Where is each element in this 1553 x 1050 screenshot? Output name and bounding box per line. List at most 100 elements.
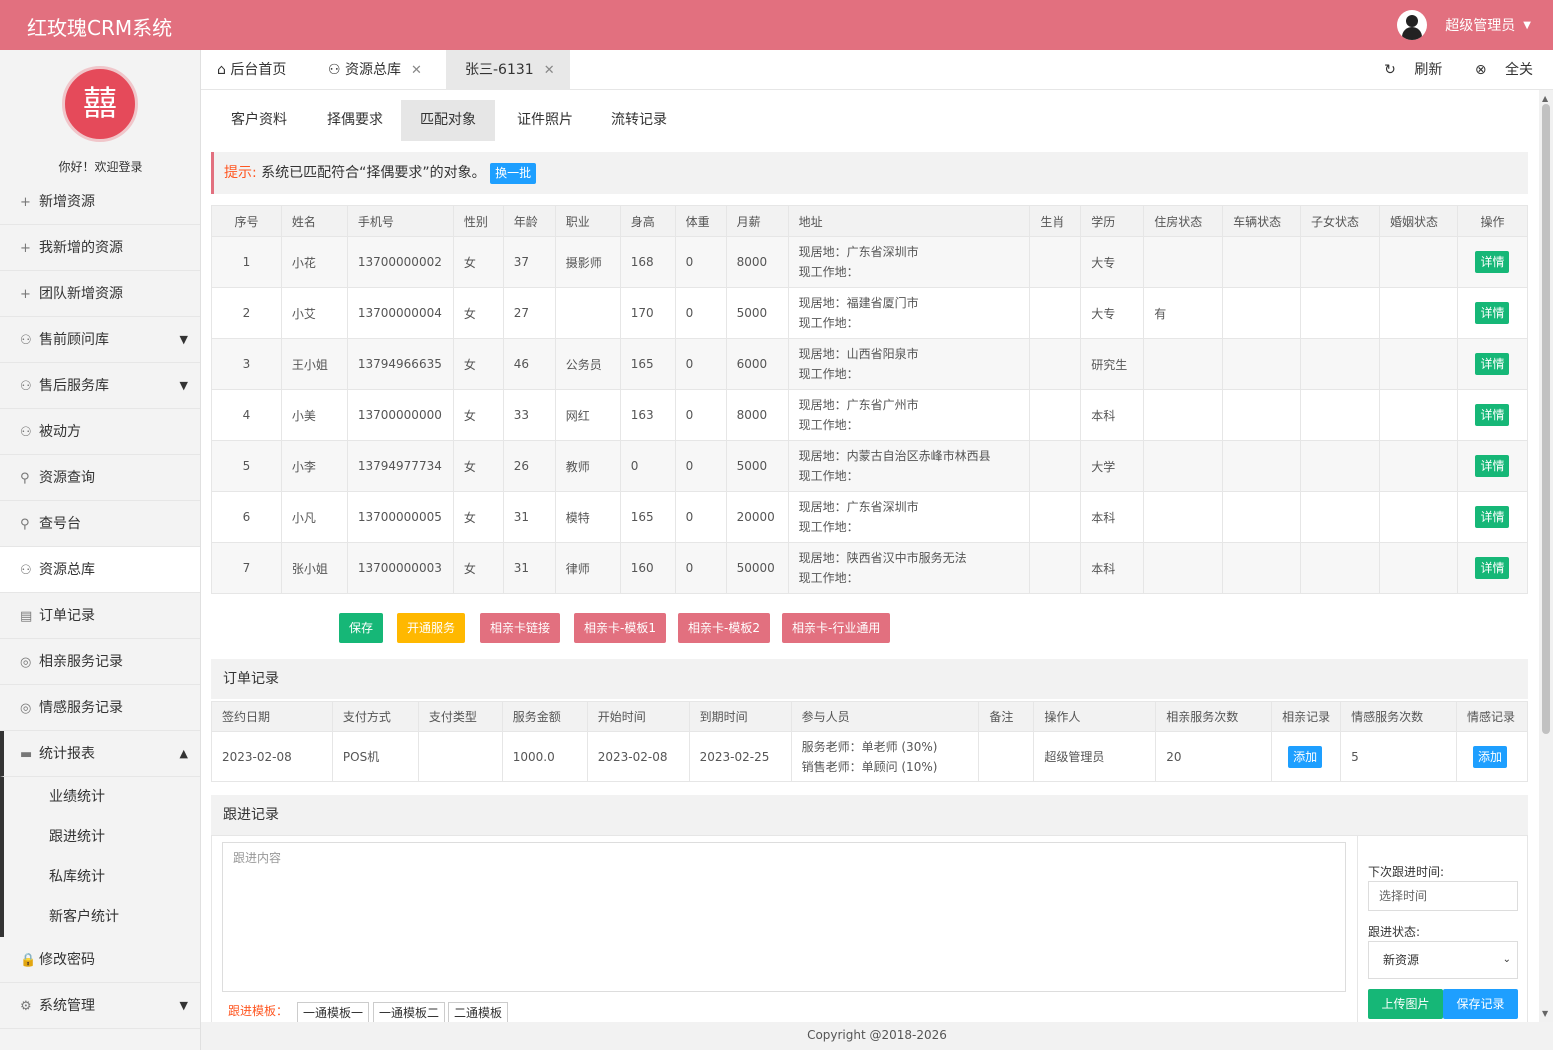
address-work: 现工作地：: [798, 265, 859, 279]
plus-icon: +: [20, 195, 31, 210]
template-button-3[interactable]: 二通模板: [448, 1002, 509, 1022]
sidebar-item-label: 我新增的资源: [39, 240, 123, 256]
sidebar-item-passive[interactable]: ⚇ 被动方: [0, 409, 200, 455]
emotion-record-cell: 添加: [1455, 731, 1529, 782]
sidebar-item-system[interactable]: ⚙ 系统管理 ▼: [0, 983, 200, 1029]
tab-customer-info[interactable]: 客户资料: [213, 100, 305, 141]
scroll-down-icon[interactable]: ▼: [1542, 1009, 1548, 1018]
sidebar-subitem-followup[interactable]: 跟进统计: [4, 817, 200, 857]
template-button-2[interactable]: 一通模板二: [373, 1002, 446, 1022]
address-current: 现居地：山西省阳泉市: [798, 347, 919, 361]
address-cell: 现居地：广东省深圳市 现工作地：: [787, 491, 1031, 543]
table-cell: 网红: [554, 389, 621, 441]
sidebar-item-resource-library[interactable]: ⚇ 资源总库: [0, 547, 200, 593]
save-button[interactable]: 保存: [339, 613, 384, 643]
close-icon[interactable]: ✕: [411, 63, 422, 78]
sidebar-item-team-resources[interactable]: + 团队新增资源: [0, 271, 200, 317]
table-cell: 本科: [1080, 491, 1145, 543]
sidebar-item-reports[interactable]: ▬ 统计报表 ▲: [0, 731, 200, 777]
table-cell: 26: [502, 440, 556, 492]
sidebar-item-number-lookup[interactable]: ⚲ 查号台: [0, 501, 200, 547]
match-table: 序号 姓名 手机号 性别 年龄 职业 身高 体重 月薪 地址 生肖 学历 住房状态 车辆状态 子女状态 婚姻状…: [211, 205, 1529, 594]
refresh-batch-button[interactable]: 换一批: [490, 163, 537, 184]
table-cell: [1378, 236, 1458, 288]
tab-resource-library[interactable]: ⚇ 资源总库 ✕: [328, 50, 422, 90]
card-template2-button[interactable]: 相亲卡-模板2: [678, 613, 770, 643]
table-cell: 5000: [725, 440, 789, 492]
table-cell: 律师: [554, 542, 621, 594]
card-general-button[interactable]: 相亲卡-行业通用: [782, 613, 891, 643]
main-scrollbar[interactable]: ▲ ▼: [1539, 90, 1553, 1022]
status-label: 跟进状态:: [1368, 925, 1421, 939]
status-select[interactable]: 新资源 ⌄: [1368, 941, 1518, 979]
close-all-button[interactable]: ⊗ 全关: [1461, 62, 1533, 78]
tab-customer[interactable]: 张三-6131 ✕: [446, 50, 570, 90]
detail-button[interactable]: 详情: [1475, 302, 1510, 324]
card-link-button[interactable]: 相亲卡链接: [480, 613, 561, 643]
table-cell: 大专: [1080, 287, 1145, 339]
followup-textarea[interactable]: 跟进内容: [222, 842, 1346, 992]
table-cell: [1378, 338, 1458, 390]
template-button-1[interactable]: 一通模板一: [297, 1002, 370, 1022]
app-title: 红玫瑰CRM系统: [27, 16, 173, 40]
detail-button[interactable]: 详情: [1475, 353, 1510, 375]
refresh-button[interactable]: ↻ 刷新: [1370, 62, 1442, 78]
search-icon: ⚲: [20, 471, 30, 486]
table-row: 5 小李 13794977734 女 26 教师 0 0 5000 现居地：内蒙古自治区赤峰市林西…: [211, 440, 1529, 492]
card-template1-button[interactable]: 相亲卡-模板1: [574, 613, 666, 643]
table-cell: [1143, 389, 1224, 441]
user-menu[interactable]: 超级管理员 ▼: [1397, 10, 1531, 40]
detail-button[interactable]: 详情: [1475, 557, 1510, 579]
sidebar-item-resource-search[interactable]: ⚲ 资源查询: [0, 455, 200, 501]
close-icon[interactable]: ✕: [544, 63, 555, 78]
upload-image-button[interactable]: 上传图片: [1368, 989, 1443, 1019]
table-cell: 女: [452, 440, 504, 492]
table-cell: 168: [619, 236, 676, 288]
sidebar-subitem-new-customers[interactable]: 新客户统计: [4, 897, 200, 937]
sidebar-item-label: 查号台: [39, 516, 81, 532]
scrollbar-thumb[interactable]: [1542, 104, 1550, 734]
save-record-button[interactable]: 保存记录: [1443, 989, 1518, 1019]
table-cell: 165: [619, 338, 676, 390]
sidebar-item-presale[interactable]: ⚇ 售前顾问库 ▼: [0, 317, 200, 363]
sidebar-item-change-password[interactable]: 🔒 修改密码: [0, 937, 200, 983]
next-time-input[interactable]: 选择时间: [1368, 881, 1518, 911]
table-cell: [1143, 542, 1224, 594]
sidebar-item-dating-service[interactable]: ◎ 相亲服务记录: [0, 639, 200, 685]
order-end: 2023-02-25: [688, 731, 792, 782]
open-service-button[interactable]: 开通服务: [397, 613, 466, 643]
table-cell: [1029, 389, 1082, 441]
gear-icon: ⚙: [20, 999, 32, 1014]
tab-transfer-records[interactable]: 流转记录: [593, 100, 685, 141]
table-cell: 女: [452, 542, 504, 594]
sidebar-item-new-resource[interactable]: + 新增资源: [0, 179, 200, 225]
column-header: 相亲服务次数: [1155, 701, 1273, 732]
detail-button[interactable]: 详情: [1475, 251, 1510, 273]
sidebar-item-aftersale[interactable]: ⚇ 售后服务库 ▼: [0, 363, 200, 409]
add-dating-record-button[interactable]: 添加: [1288, 745, 1323, 768]
detail-button[interactable]: 详情: [1475, 455, 1510, 477]
table-cell: 小花: [280, 236, 348, 288]
add-emotion-record-button[interactable]: 添加: [1472, 745, 1507, 768]
column-header: 相亲记录: [1271, 701, 1342, 732]
sidebar-subitem-private[interactable]: 私库统计: [4, 857, 200, 897]
tab-home[interactable]: ⌂ 后台首页: [217, 50, 286, 90]
tab-id-photos[interactable]: 证件照片: [499, 100, 591, 141]
address-current: 现居地：广东省广州市: [798, 398, 919, 412]
sidebar-subitem-performance[interactable]: 业绩统计: [4, 777, 200, 817]
sidebar-item-my-resources[interactable]: + 我新增的资源: [0, 225, 200, 271]
sidebar-item-emotion-service[interactable]: ◎ 情感服务记录: [0, 685, 200, 731]
table-cell: 165: [619, 491, 676, 543]
table-cell: [1029, 338, 1082, 390]
plus-icon: +: [20, 287, 31, 302]
detail-button[interactable]: 详情: [1475, 506, 1510, 528]
table-cell: 13794977734: [346, 440, 454, 492]
table-cell: 有: [1143, 287, 1224, 339]
scroll-up-icon[interactable]: ▲: [1542, 94, 1548, 103]
sidebar-item-orders[interactable]: ▤ 订单记录: [0, 593, 200, 639]
address-current: 现居地：广东省深圳市: [798, 245, 919, 259]
detail-button[interactable]: 详情: [1475, 404, 1510, 426]
tab-label: 张三-6131: [465, 62, 534, 78]
tab-partner-requirements[interactable]: 择偶要求: [309, 100, 401, 141]
tab-matches[interactable]: 匹配对象: [401, 100, 495, 141]
